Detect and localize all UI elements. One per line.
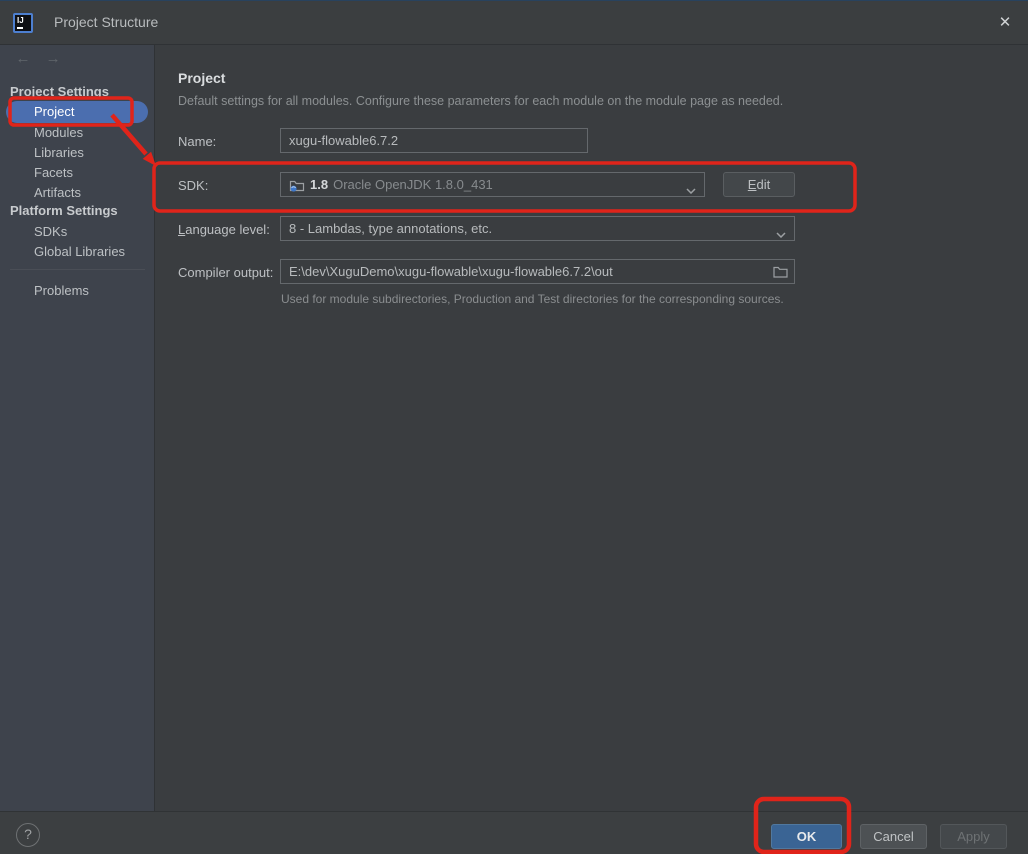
chevron-down-icon (776, 226, 786, 241)
compiler-output-label: Compiler output: (178, 265, 273, 280)
sidebar-separator (10, 269, 145, 270)
project-structure-dialog: IJ Project Structure ✕ ← → Project Setti… (0, 0, 1028, 854)
intellij-logo-icon: IJ (13, 13, 33, 33)
back-icon[interactable]: ← (10, 50, 36, 67)
title-bar: IJ Project Structure ✕ (0, 1, 1028, 45)
section-header-project-settings: Project Settings (0, 83, 154, 101)
page-title: Project (178, 70, 225, 86)
forward-icon[interactable]: → (40, 50, 66, 67)
sdk-name: Oracle OpenJDK 1.8.0_431 (333, 177, 493, 192)
compiler-output-field[interactable]: E:\dev\XuguDemo\xugu-flowable\xugu-flowa… (280, 259, 795, 284)
sidebar-item-modules[interactable]: Modules (0, 123, 154, 143)
sdk-edit-button[interactable]: Edit (723, 172, 795, 197)
window-title: Project Structure (54, 14, 158, 30)
intellij-logo-text: IJ (17, 16, 24, 25)
apply-button[interactable]: Apply (940, 824, 1007, 849)
sdk-version: 1.8 (310, 177, 328, 192)
browse-folder-icon[interactable] (773, 265, 788, 281)
sidebar-item-project[interactable]: Project (6, 101, 148, 123)
sidebar-item-sdks[interactable]: SDKs (0, 222, 154, 242)
page-description: Default settings for all modules. Config… (178, 94, 783, 108)
sdk-dropdown[interactable]: 1.8 Oracle OpenJDK 1.8.0_431 (280, 172, 705, 197)
sidebar-item-global-libraries[interactable]: Global Libraries (0, 242, 154, 262)
sdk-label: SDK: (178, 178, 208, 193)
jdk-icon (289, 178, 305, 192)
close-icon[interactable]: ✕ (990, 8, 1020, 38)
sidebar-item-problems[interactable]: Problems (0, 281, 154, 301)
language-level-label: Language level: (178, 222, 270, 237)
ok-button[interactable]: OK (771, 824, 842, 849)
section-header-platform-settings: Platform Settings (0, 202, 154, 220)
sidebar-item-libraries[interactable]: Libraries (0, 143, 154, 163)
compiler-output-hint: Used for module subdirectories, Producti… (281, 292, 784, 306)
history-nav: ← → (10, 50, 66, 67)
chevron-down-icon (686, 182, 696, 197)
help-button[interactable]: ? (16, 823, 40, 847)
cancel-button[interactable]: Cancel (860, 824, 927, 849)
name-input[interactable] (280, 128, 588, 153)
intellij-logo-underscore (17, 27, 23, 29)
footer-bar: ? OK Cancel Apply (0, 811, 1028, 854)
compiler-output-value: E:\dev\XuguDemo\xugu-flowable\xugu-flowa… (289, 264, 613, 279)
sidebar: ← → Project Settings Project Modules Lib… (0, 45, 155, 811)
name-label: Name: (178, 134, 216, 149)
language-level-value: 8 - Lambdas, type annotations, etc. (289, 221, 492, 236)
main-panel: Project Default settings for all modules… (156, 45, 1028, 811)
sidebar-item-facets[interactable]: Facets (0, 163, 154, 183)
language-level-dropdown[interactable]: 8 - Lambdas, type annotations, etc. (280, 216, 795, 241)
sidebar-item-artifacts[interactable]: Artifacts (0, 183, 154, 203)
